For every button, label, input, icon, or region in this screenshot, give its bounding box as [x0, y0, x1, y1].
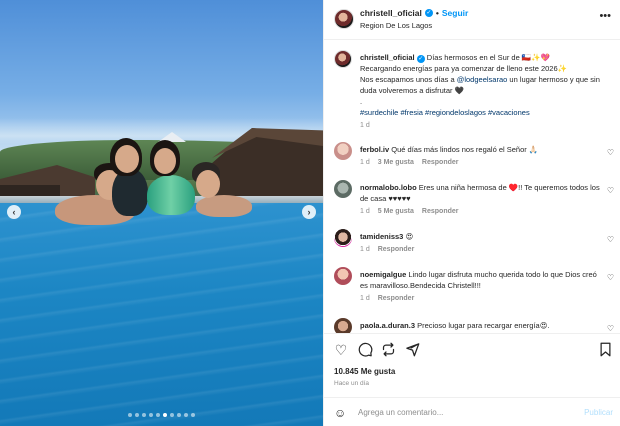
- bookmark-svg: [600, 342, 610, 357]
- person-3: [147, 175, 195, 215]
- commenter-avatar[interactable]: [334, 180, 352, 198]
- caption-body: christell_oficial ✓ Días hermosos en el …: [360, 52, 605, 131]
- person-2-head: [115, 145, 139, 173]
- comment-input[interactable]: [358, 408, 538, 417]
- post-time[interactable]: Hace un día: [334, 380, 369, 387]
- carousel-prev-button[interactable]: ‹: [7, 205, 21, 219]
- carousel-dot: [177, 413, 181, 417]
- comment-username[interactable]: noemigalgue: [360, 270, 406, 279]
- comment-username[interactable]: normalobo.lobo: [360, 183, 417, 192]
- caption-meta: 1 d: [360, 120, 605, 131]
- commenter-avatar[interactable]: [334, 142, 352, 160]
- hashtags[interactable]: #surdechile #fresia #regiondeloslagos #v…: [360, 108, 530, 117]
- heart-icon[interactable]: ♡: [607, 324, 614, 333]
- like-heart-icon[interactable]: ♡: [333, 342, 349, 358]
- heart-icon[interactable]: ♡: [607, 235, 614, 244]
- commenter-avatar[interactable]: [334, 229, 352, 247]
- reply-button[interactable]: Responder: [422, 208, 459, 215]
- chevron-left-icon: ‹: [12, 207, 16, 217]
- post-header: christell_oficial ✓ • Seguir Region De L…: [324, 0, 620, 40]
- reply-button[interactable]: Responder: [378, 246, 415, 253]
- heart-icon[interactable]: ♡: [607, 273, 614, 282]
- header-username[interactable]: christell_oficial: [360, 8, 422, 18]
- add-comment-row: ☺ Publicar: [324, 397, 620, 426]
- emoji-icon[interactable]: ☺: [334, 406, 346, 420]
- more-horizontal-icon[interactable]: •••: [599, 10, 611, 22]
- comment-bubble-svg: [358, 342, 372, 357]
- comment-text: Qué días más lindos nos regaló el Señor …: [391, 145, 539, 154]
- avatar[interactable]: [334, 50, 352, 68]
- share-icon[interactable]: [404, 342, 420, 358]
- repost-svg: [382, 342, 394, 357]
- comment-username[interactable]: paola.a.duran.3: [360, 321, 415, 330]
- caption-line-2: Recargando energías para ya comenzar de …: [360, 64, 567, 73]
- carousel-dot: [163, 413, 167, 417]
- carousel-dot: [128, 413, 132, 417]
- comment-time[interactable]: 1 d: [360, 159, 370, 166]
- verified-icon: ✓: [416, 55, 425, 63]
- share-svg: [405, 343, 419, 357]
- header-user: christell_oficial ✓ • Seguir: [360, 8, 468, 18]
- comment-body: ferbol.iv Qué días más lindos nos regaló…: [360, 144, 605, 168]
- caption-username[interactable]: christell_oficial: [360, 53, 415, 62]
- carousel-next-button[interactable]: ›: [302, 205, 316, 219]
- verified-icon: ✓: [424, 9, 433, 17]
- person-4-head: [196, 170, 220, 198]
- carousel-dot: [191, 413, 195, 417]
- comment-meta: 1 d Responder: [360, 293, 605, 304]
- bookmark-icon[interactable]: [597, 342, 613, 358]
- publish-button[interactable]: Publicar: [584, 408, 613, 417]
- avatar[interactable]: [334, 9, 354, 29]
- caption-line-1: Días hermosos en el Sur de 🇨🇱✨💖: [426, 53, 550, 62]
- comment-username[interactable]: ferbol.iv: [360, 145, 389, 154]
- caption-line-3a: Nos escapamos unos días a: [360, 75, 457, 84]
- comment-likes[interactable]: 3 Me gusta: [378, 159, 414, 166]
- commenter-avatar[interactable]: [334, 267, 352, 285]
- comment-meta: 1 d 3 Me gusta Responder: [360, 157, 605, 168]
- carousel-dot: [184, 413, 188, 417]
- carousel-dot: [156, 413, 160, 417]
- comment-body: noemigalgue Lindo lugar disfruta mucho q…: [360, 269, 605, 304]
- comment-meta: 1 d 5 Me gusta Responder: [360, 206, 605, 217]
- comment-meta: 1 d Responder: [360, 244, 605, 255]
- caption-dot: .: [360, 97, 363, 106]
- reply-button[interactable]: Responder: [378, 295, 415, 302]
- post-photo[interactable]: ‹ ›: [0, 0, 323, 426]
- comment-body: normalobo.lobo Eres una niña hermosa de …: [360, 182, 605, 217]
- carousel-dot: [149, 413, 153, 417]
- reply-button[interactable]: Responder: [422, 159, 459, 166]
- comment-username[interactable]: tamideniss3: [360, 232, 403, 241]
- person-4: [196, 195, 252, 217]
- comments-section[interactable]: christell_oficial ✓ Días hermosos en el …: [324, 40, 620, 333]
- comment-text: Precioso lugar para recargar energía😍.: [417, 321, 550, 330]
- separator-dot: •: [435, 8, 439, 18]
- mention-link[interactable]: @lodgeelsarao: [457, 75, 508, 84]
- heart-icon[interactable]: ♡: [607, 186, 614, 195]
- carousel-dot: [135, 413, 139, 417]
- comment-time[interactable]: 1 d: [360, 208, 370, 215]
- comment-bubble-icon[interactable]: [357, 342, 373, 358]
- comment-body: tamideniss3 😍 1 d Responder: [360, 231, 605, 255]
- comment-time[interactable]: 1 d: [360, 295, 370, 302]
- heart-icon[interactable]: ♡: [607, 148, 614, 157]
- pool-water: [0, 203, 323, 426]
- post-details-panel: christell_oficial ✓ • Seguir Region De L…: [323, 0, 620, 426]
- caption-time[interactable]: 1 d: [360, 122, 370, 129]
- carousel-indicator: [128, 413, 195, 417]
- repost-icon[interactable]: [380, 342, 396, 358]
- comment-likes[interactable]: 5 Me gusta: [378, 208, 414, 215]
- carousel-dot: [170, 413, 174, 417]
- person-3-head: [154, 148, 176, 174]
- follow-button[interactable]: Seguir: [442, 8, 468, 18]
- commenter-avatar[interactable]: [334, 318, 352, 333]
- comment-time[interactable]: 1 d: [360, 246, 370, 253]
- likes-count[interactable]: 10.845 Me gusta: [334, 367, 395, 376]
- comment-body: paola.a.duran.3 Precioso lugar para reca…: [360, 320, 605, 331]
- post-actions: ♡ 10.845 Me gusta Hace un día ☺ Publicar: [324, 333, 620, 426]
- chevron-right-icon: ›: [307, 207, 311, 217]
- carousel-dot: [142, 413, 146, 417]
- comment-text: 😍: [405, 232, 414, 241]
- location-link[interactable]: Region De Los Lagos: [360, 21, 432, 30]
